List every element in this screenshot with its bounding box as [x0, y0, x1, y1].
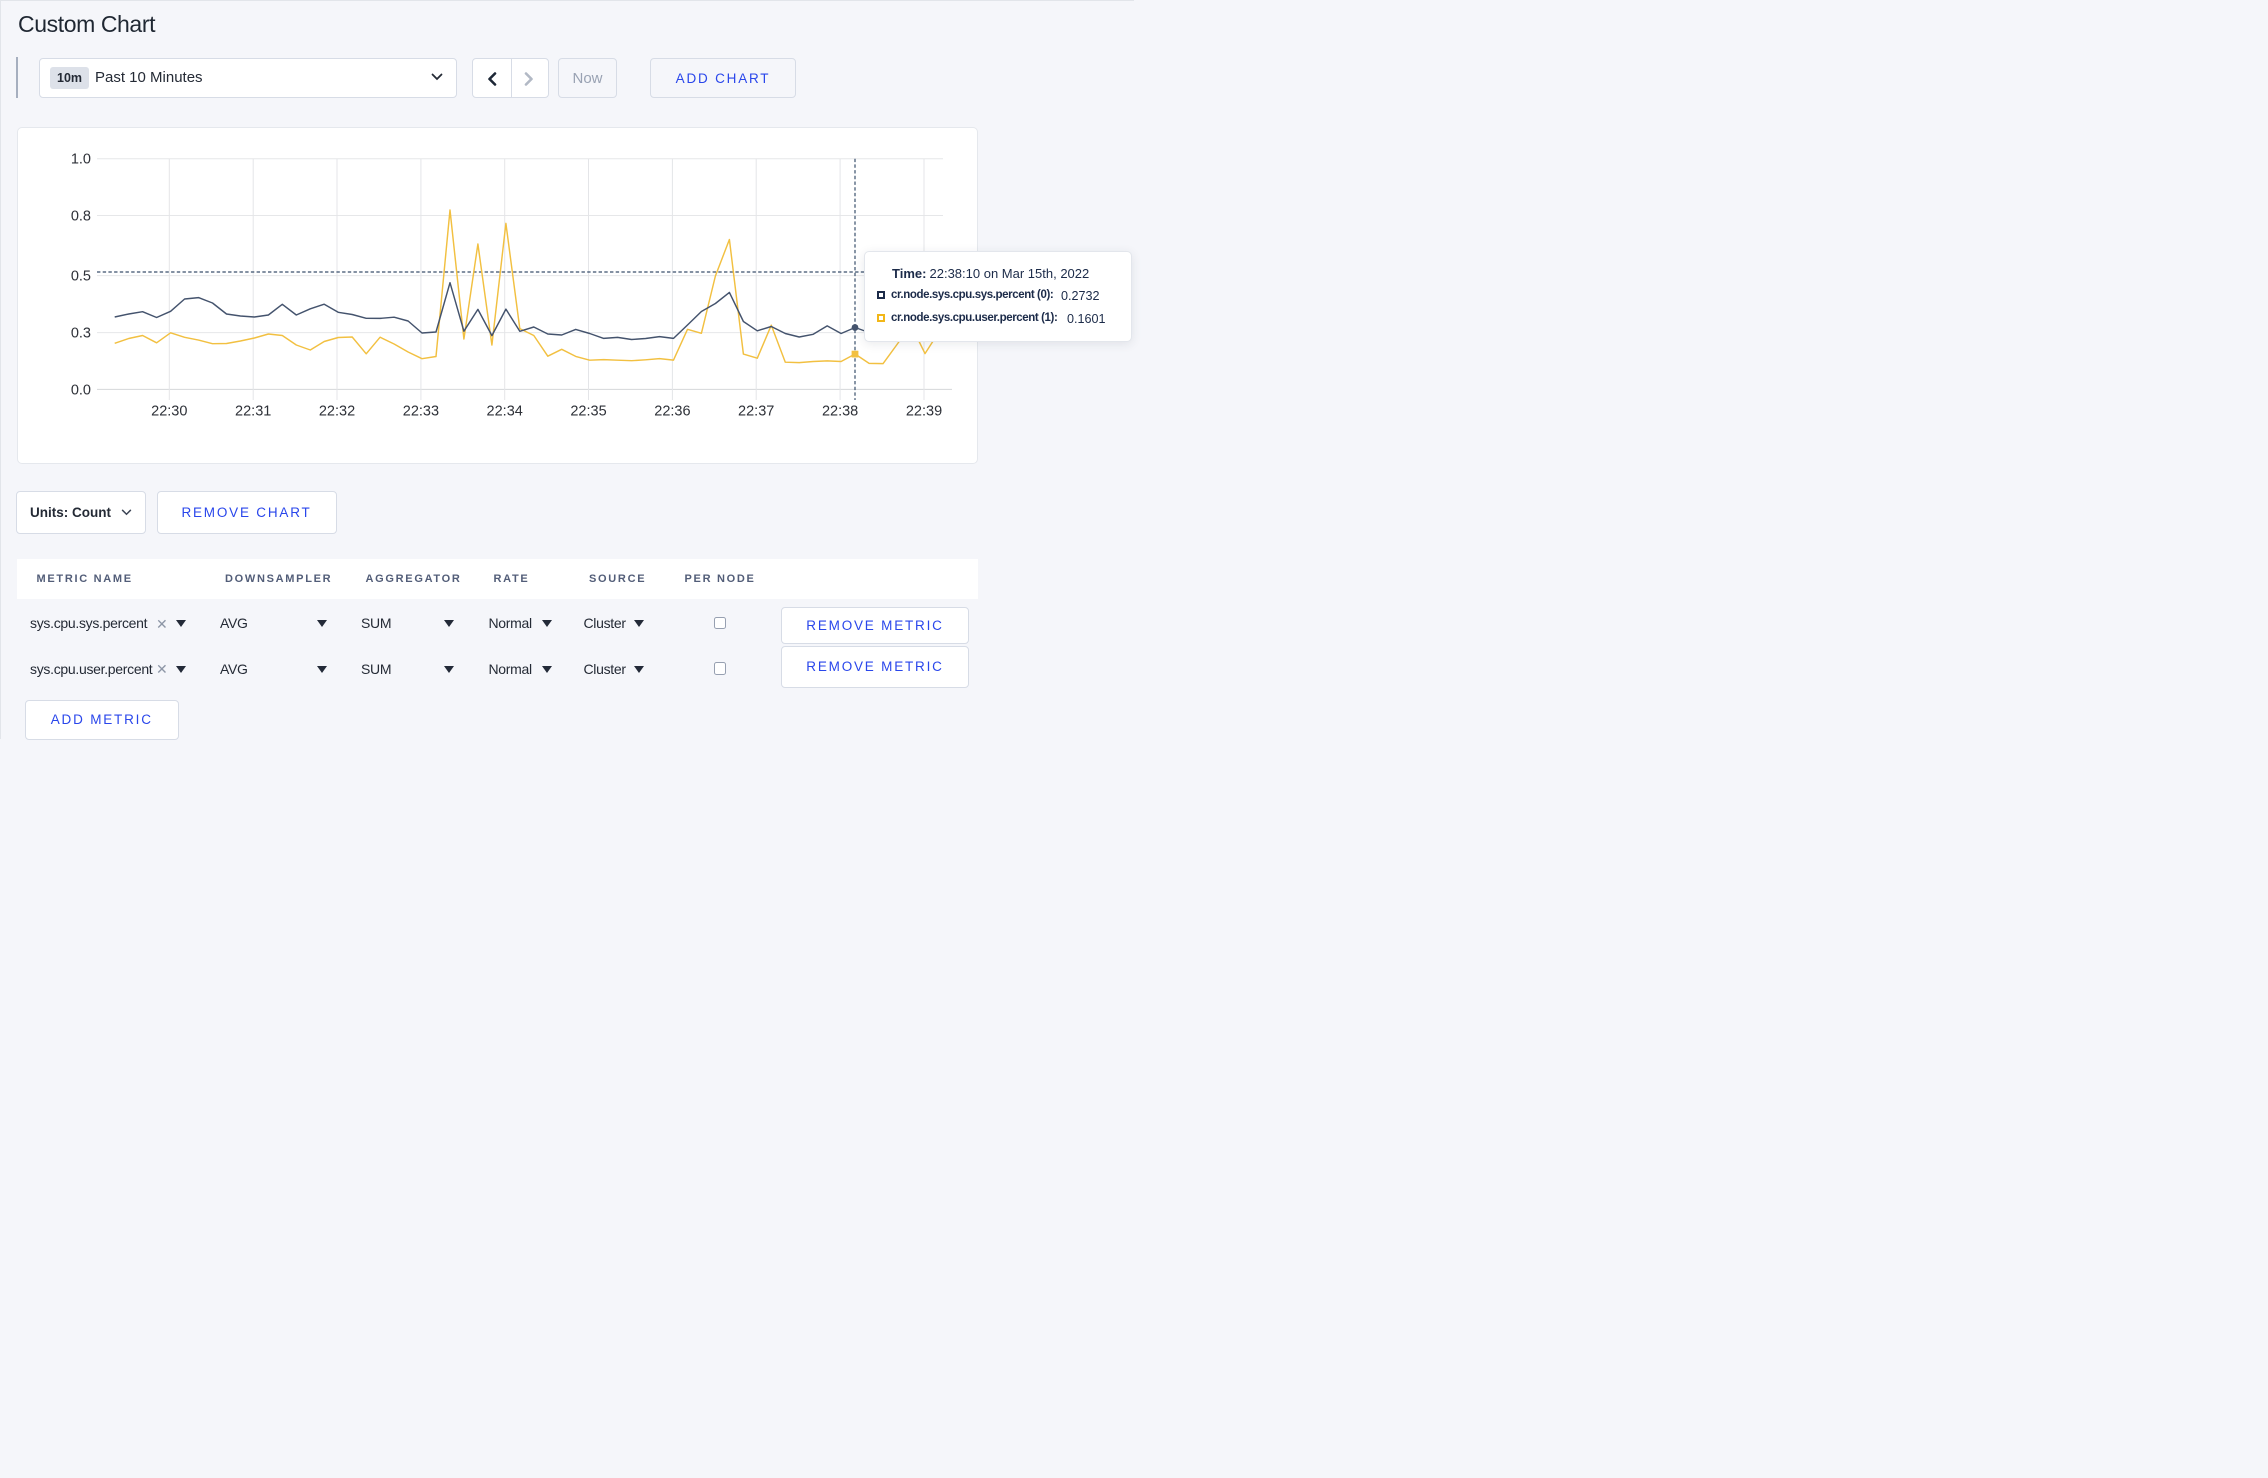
svg-text:1.0: 1.0	[71, 152, 91, 168]
svg-text:22:35: 22:35	[570, 404, 606, 420]
svg-text:22:39: 22:39	[906, 404, 942, 420]
svg-text:22:31: 22:31	[235, 404, 271, 420]
svg-text:0.5: 0.5	[71, 269, 91, 285]
svg-text:22:32: 22:32	[319, 404, 355, 420]
svg-text:22:38: 22:38	[822, 404, 858, 420]
svg-text:22:30: 22:30	[151, 404, 187, 420]
svg-text:0.3: 0.3	[71, 326, 91, 342]
svg-text:22:33: 22:33	[403, 404, 439, 420]
svg-text:0.0: 0.0	[71, 382, 91, 398]
svg-text:22:34: 22:34	[487, 404, 523, 420]
svg-text:22:37: 22:37	[738, 404, 774, 420]
svg-text:0.8: 0.8	[71, 209, 91, 225]
svg-text:22:36: 22:36	[654, 404, 690, 420]
